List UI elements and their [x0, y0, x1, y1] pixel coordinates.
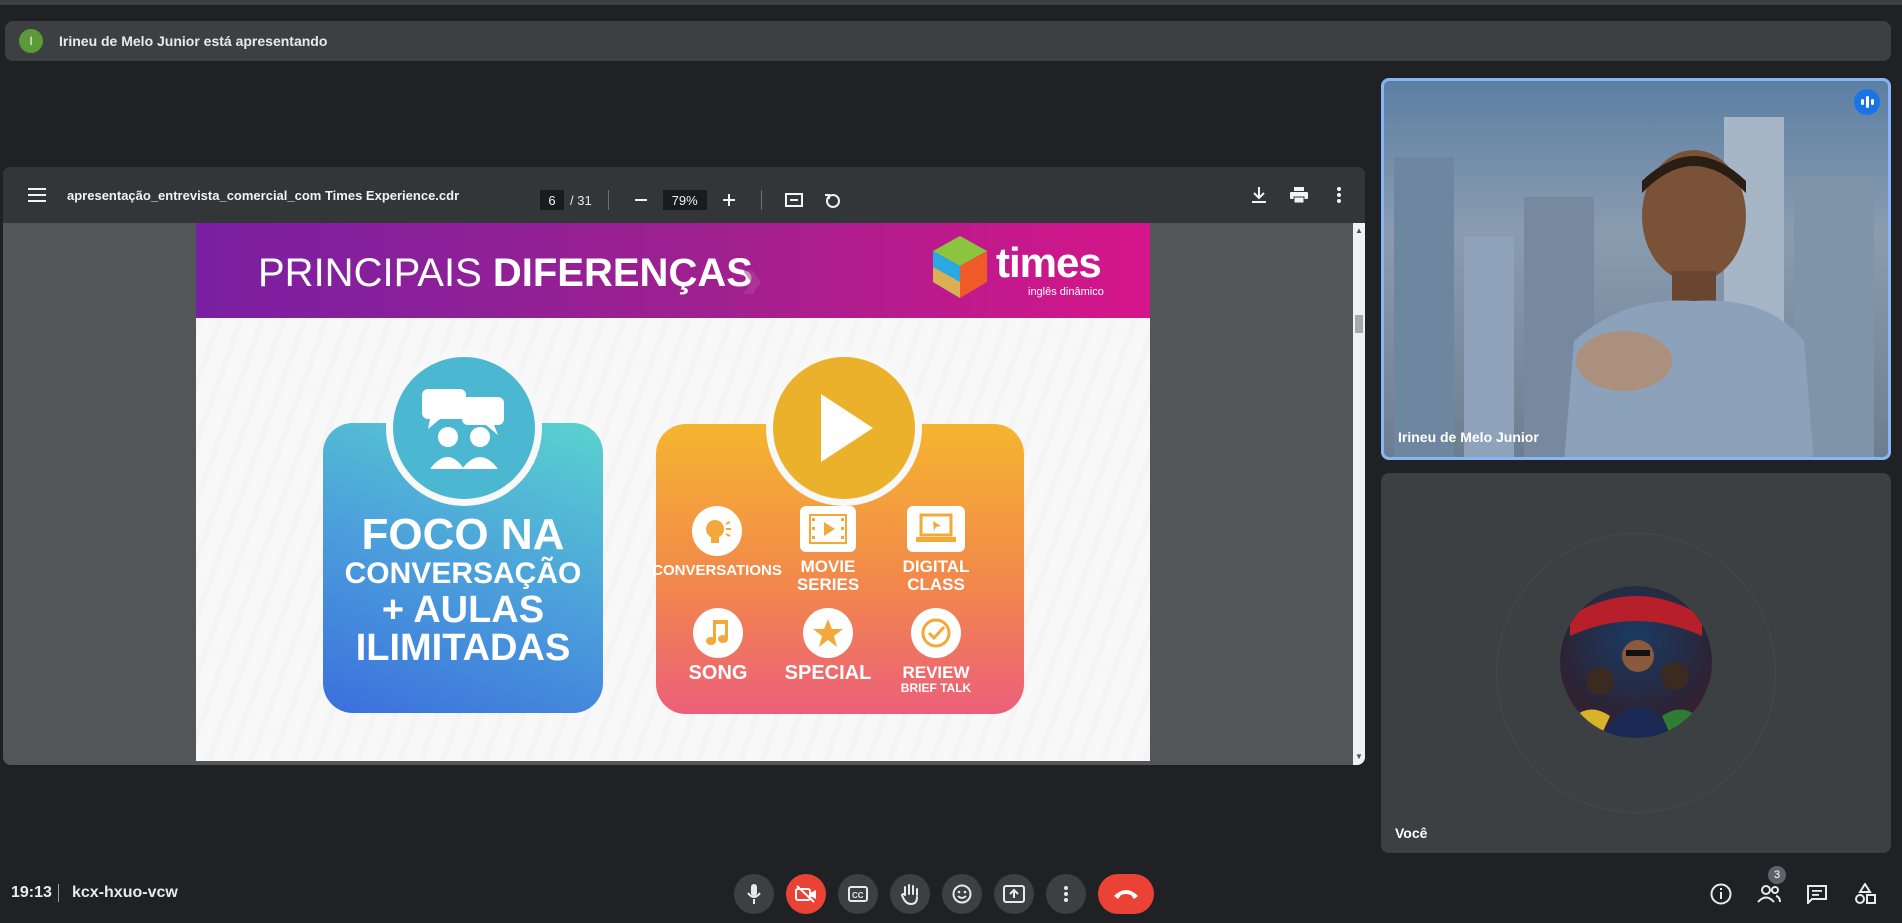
slide-header: PRINCIPAIS DIFERENÇAS ›› times inglês di… — [196, 223, 1150, 318]
presenter-name: Irineu de Melo Junior — [1398, 429, 1539, 445]
pdf-right-tools — [1243, 179, 1355, 211]
presenter-video — [1564, 150, 1814, 457]
pdf-filename: apresentação_entrevista_comercial_com Ti… — [67, 187, 460, 203]
pdf-toolbar: apresentação_entrevista_comercial_com Ti… — [3, 167, 1365, 223]
print-icon[interactable] — [1283, 179, 1315, 211]
speaking-head-icon — [692, 506, 742, 556]
scroll-up-arrow-icon[interactable]: ▲ — [1353, 225, 1365, 237]
pdf-scrollbar[interactable]: ▲ ▼ — [1353, 223, 1365, 765]
city-background — [1394, 157, 1454, 457]
chevrons-icon: ›› — [741, 244, 763, 311]
info-icon[interactable] — [1707, 880, 1735, 908]
film-icon — [800, 506, 856, 552]
download-icon[interactable] — [1243, 179, 1275, 211]
self-name: Você — [1395, 825, 1428, 841]
participant-tile-self[interactable]: Você — [1381, 473, 1891, 853]
feature-review: REVIEW BRIEF TALK — [881, 608, 991, 695]
scroll-thumb[interactable] — [1355, 315, 1363, 333]
raise-hand-icon[interactable] — [890, 874, 930, 914]
meeting-code: kcx-hxuo-vcw — [72, 884, 178, 901]
feature-conversations: CONVERSATIONS — [649, 506, 785, 580]
feature-special: SPECIAL — [773, 608, 883, 683]
feature-song: SONG — [663, 608, 773, 683]
more-vert-icon[interactable] — [1046, 874, 1086, 914]
page-total: / 31 — [570, 192, 592, 208]
end-call-icon[interactable] — [1098, 874, 1154, 914]
meeting-time: 19:13 — [11, 884, 52, 901]
toolbar-divider — [760, 190, 762, 210]
rotate-icon[interactable] — [816, 184, 848, 216]
people-icon[interactable] — [1755, 880, 1783, 908]
mic-icon[interactable] — [734, 874, 774, 914]
feature-digital-class: DIGITAL CLASS — [881, 506, 991, 594]
top-border — [0, 0, 1902, 5]
page-navigation: / 31 — [540, 184, 848, 216]
present-icon[interactable] — [994, 874, 1034, 914]
bottom-divider — [58, 884, 59, 902]
zoom-in-icon[interactable] — [713, 184, 745, 216]
activities-icon[interactable] — [1851, 880, 1879, 908]
more-vert-icon[interactable] — [1323, 179, 1355, 211]
chat-people-icon — [386, 350, 542, 506]
brand-tagline: inglês dinâmico — [1028, 286, 1104, 298]
toolbar-divider — [607, 190, 609, 210]
camera-off-icon[interactable] — [786, 874, 826, 914]
fit-page-icon[interactable] — [778, 184, 810, 216]
pdf-slide: PRINCIPAIS DIFERENÇAS ›› times inglês di… — [196, 223, 1150, 761]
check-circle-icon — [911, 608, 961, 658]
brand-name: times — [996, 239, 1102, 286]
conversation-card-text: FOCO NA CONVERSAÇÃO + AULAS ILIMITADAS — [344, 510, 582, 669]
laptop-icon — [907, 506, 965, 552]
emoji-icon[interactable] — [942, 874, 982, 914]
slide-title: PRINCIPAIS DIFERENÇAS — [258, 251, 753, 295]
times-logo-icon — [933, 236, 987, 298]
zoom-input[interactable] — [662, 190, 707, 210]
svg-text:CC: CC — [852, 891, 864, 900]
avatar — [1560, 586, 1712, 738]
scroll-down-arrow-icon[interactable]: ▼ — [1353, 751, 1365, 763]
menu-icon[interactable] — [21, 179, 53, 211]
presenting-text: Irineu de Melo Junior está apresentando — [59, 33, 328, 49]
presenter-avatar: I — [19, 29, 43, 53]
star-icon — [803, 608, 853, 658]
play-icon — [766, 350, 922, 506]
music-note-icon — [693, 608, 743, 658]
speaking-indicator-icon — [1854, 89, 1880, 115]
presenting-banner: I Irineu de Melo Junior está apresentand… — [5, 21, 1891, 61]
page-number-input[interactable] — [540, 190, 564, 210]
chat-icon[interactable] — [1803, 880, 1831, 908]
zoom-out-icon[interactable] — [625, 184, 657, 216]
people-count-badge: 3 — [1768, 866, 1786, 884]
captions-icon[interactable]: CC — [838, 874, 878, 914]
feature-movie-series: MOVIE SERIES — [773, 506, 883, 594]
participant-tile-presenter[interactable]: Irineu de Melo Junior — [1381, 78, 1891, 460]
